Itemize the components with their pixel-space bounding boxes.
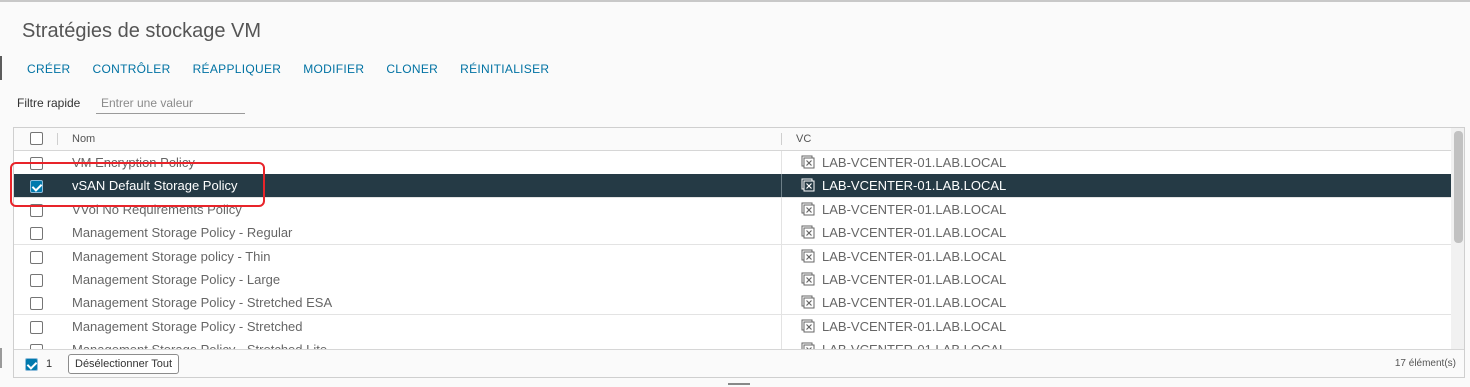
column-separator [781, 198, 782, 221]
selected-count: 1 [46, 358, 53, 370]
column-header-vc[interactable]: VC [796, 133, 811, 145]
policy-name[interactable]: Management Storage Policy - Regular [72, 225, 292, 240]
reapply-button[interactable]: RÉAPPLIQUER [182, 62, 293, 80]
vcenter-icon [801, 225, 815, 239]
column-separator [781, 245, 782, 268]
row-checkbox[interactable] [30, 274, 43, 287]
vcenter-icon [801, 178, 815, 192]
policy-name[interactable]: Management Storage policy - Thin [72, 249, 270, 264]
row-checkbox[interactable] [30, 251, 43, 264]
left-edge-marker [0, 56, 2, 80]
reset-button[interactable]: RÉINITIALISER [449, 62, 560, 80]
scrollbar-thumb[interactable] [1454, 131, 1463, 243]
row-checkbox[interactable] [30, 204, 43, 217]
column-separator [781, 221, 782, 244]
vcenter-name: LAB-VCENTER-01.LAB.LOCAL [822, 155, 1007, 170]
edit-button[interactable]: MODIFIER [292, 62, 375, 80]
vcenter-name: LAB-VCENTER-01.LAB.LOCAL [822, 319, 1007, 334]
column-separator [57, 133, 58, 145]
vcenter-name: LAB-VCENTER-01.LAB.LOCAL [822, 225, 1007, 240]
column-separator [781, 315, 782, 338]
row-checkbox[interactable] [30, 180, 43, 193]
vcenter-name: LAB-VCENTER-01.LAB.LOCAL [822, 272, 1007, 287]
policy-name[interactable]: Management Storage Policy - Stretched ES… [72, 295, 332, 310]
grid-footer: 1 Désélectionner Tout 17 élément(s) [14, 349, 1464, 377]
column-separator [781, 174, 782, 197]
table-row[interactable]: VVol No Requirements Policy LAB-VCENTER-0… [14, 198, 1451, 222]
top-border [0, 0, 1470, 2]
quick-filter-input[interactable] [96, 92, 245, 114]
vcenter-icon [801, 249, 815, 263]
storage-policy-grid: Nom VC VM Encryption Policy LAB-VCENTER-0… [13, 127, 1465, 378]
clone-button[interactable]: CLONER [375, 62, 449, 80]
vcenter-name: LAB-VCENTER-01.LAB.LOCAL [822, 178, 1007, 193]
vcenter-name: LAB-VCENTER-01.LAB.LOCAL [822, 202, 1007, 217]
column-separator[interactable] [781, 133, 782, 145]
policy-name[interactable]: VVol No Requirements Policy [72, 202, 242, 217]
policy-name[interactable]: Management Storage Policy - Stretched [72, 319, 303, 334]
table-row[interactable]: vSAN Default Storage Policy LAB-VCENTER-0… [14, 174, 1451, 198]
policy-name[interactable]: vSAN Default Storage Policy [72, 178, 237, 193]
check-button[interactable]: CONTRÔLER [82, 62, 182, 80]
table-row[interactable]: Management Storage Policy - Stretched LAB… [14, 315, 1451, 339]
vertical-scrollbar[interactable] [1451, 128, 1464, 349]
page-title: Stratégies de stockage VM [22, 20, 262, 42]
column-header-name[interactable]: Nom [72, 133, 95, 145]
table-row[interactable]: VM Encryption Policy LAB-VCENTER-01.LAB.L… [14, 151, 1451, 175]
vcenter-icon [801, 202, 815, 216]
create-button[interactable]: CRÉER [16, 62, 82, 80]
policy-name[interactable]: Management Storage Policy - Large [72, 272, 280, 287]
column-separator [781, 268, 782, 291]
vcenter-name: LAB-VCENTER-01.LAB.LOCAL [822, 249, 1007, 264]
action-toolbar: CRÉER CONTRÔLER RÉAPPLIQUER MODIFIER CLO… [16, 62, 560, 80]
vcenter-icon [801, 295, 815, 309]
vcenter-icon [801, 319, 815, 333]
row-checkbox[interactable] [30, 297, 43, 310]
resize-handle[interactable] [728, 383, 750, 385]
grid-header: Nom VC [14, 128, 1451, 151]
table-row[interactable]: Management Storage Policy - Regular LAB-V… [14, 221, 1451, 245]
vcenter-name: LAB-VCENTER-01.LAB.LOCAL [822, 295, 1007, 310]
row-checkbox[interactable] [30, 157, 43, 170]
selection-checkbox[interactable] [25, 358, 38, 371]
table-row[interactable]: Management Storage Policy - Stretched ES… [14, 291, 1451, 315]
item-count: 17 élément(s) [1394, 358, 1456, 369]
left-edge-marker-bottom [0, 348, 2, 368]
vcenter-icon [801, 272, 815, 286]
select-all-checkbox[interactable] [30, 132, 43, 145]
quick-filter-label: Filtre rapide [17, 96, 81, 110]
row-checkbox[interactable] [30, 321, 43, 334]
policy-name[interactable]: VM Encryption Policy [72, 155, 195, 170]
column-separator [781, 151, 782, 174]
table-row[interactable]: Management Storage Policy - Large LAB-VCE… [14, 268, 1451, 292]
column-separator [781, 291, 782, 314]
vcenter-icon [801, 155, 815, 169]
row-checkbox[interactable] [30, 227, 43, 240]
table-row[interactable]: Management Storage policy - Thin LAB-VCEN… [14, 245, 1451, 269]
deselect-all-button[interactable]: Désélectionner Tout [68, 354, 180, 374]
